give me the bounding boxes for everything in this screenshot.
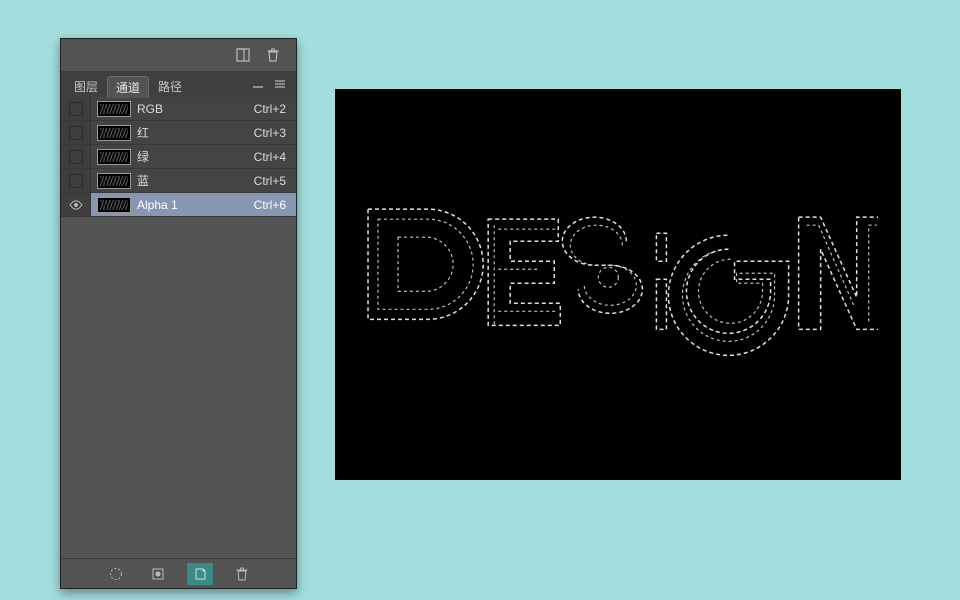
channel-name: 红 — [137, 124, 254, 141]
channel-row-alpha1[interactable]: Alpha 1 Ctrl+6 — [61, 193, 296, 217]
tab-paths[interactable]: 路径 — [149, 75, 191, 97]
visibility-toggle[interactable] — [61, 169, 91, 192]
tabs-menu — [248, 71, 292, 97]
channel-thumbnail — [97, 197, 131, 213]
channel-row-green[interactable]: 绿 Ctrl+4 — [61, 145, 296, 169]
channel-shortcut: Ctrl+4 — [254, 150, 296, 164]
canvas-preview — [335, 89, 901, 480]
visibility-toggle[interactable] — [61, 97, 91, 120]
channel-shortcut: Ctrl+2 — [254, 102, 296, 116]
tab-label: 图层 — [74, 78, 98, 95]
channel-thumbnail — [97, 101, 131, 117]
visibility-toggle[interactable] — [61, 193, 91, 216]
panel-minimize-icon[interactable] — [248, 76, 268, 92]
new-channel-icon[interactable] — [187, 563, 213, 585]
channel-name: RGB — [137, 102, 254, 116]
load-selection-icon[interactable] — [103, 563, 129, 585]
visibility-toggle[interactable] — [61, 121, 91, 144]
channel-list: RGB Ctrl+2 红 Ctrl+3 绿 Ctrl+4 蓝 Ctrl+5 — [61, 97, 296, 558]
delete-channel-icon[interactable] — [229, 563, 255, 585]
channels-panel: 图层 通道 路径 RGB Ctrl+2 红 Ctrl+3 — [60, 38, 297, 589]
canvas-artwork — [335, 89, 901, 480]
channel-shortcut: Ctrl+5 — [254, 174, 296, 188]
channel-thumbnail — [97, 149, 131, 165]
channel-row-blue[interactable]: 蓝 Ctrl+5 — [61, 169, 296, 193]
panel-footer — [61, 558, 296, 588]
tab-label: 通道 — [116, 79, 140, 96]
channel-name: Alpha 1 — [137, 198, 254, 212]
panel-header — [61, 39, 296, 71]
channel-shortcut: Ctrl+6 — [254, 198, 296, 212]
save-selection-icon[interactable] — [145, 563, 171, 585]
panel-tabs: 图层 通道 路径 — [61, 71, 296, 97]
channel-row-red[interactable]: 红 Ctrl+3 — [61, 121, 296, 145]
delete-icon[interactable] — [266, 48, 280, 62]
collapse-panel-icon[interactable] — [236, 48, 250, 62]
channel-name: 蓝 — [137, 172, 254, 189]
design-outline-svg — [358, 182, 879, 417]
tab-label: 路径 — [158, 78, 182, 95]
channel-shortcut: Ctrl+3 — [254, 126, 296, 140]
channel-row-rgb[interactable]: RGB Ctrl+2 — [61, 97, 296, 121]
tab-channels[interactable]: 通道 — [107, 76, 149, 98]
panel-menu-icon[interactable] — [270, 76, 290, 92]
channel-name: 绿 — [137, 148, 254, 165]
visibility-toggle[interactable] — [61, 145, 91, 168]
channel-thumbnail — [97, 125, 131, 141]
tab-layers[interactable]: 图层 — [65, 75, 107, 97]
channel-thumbnail — [97, 173, 131, 189]
